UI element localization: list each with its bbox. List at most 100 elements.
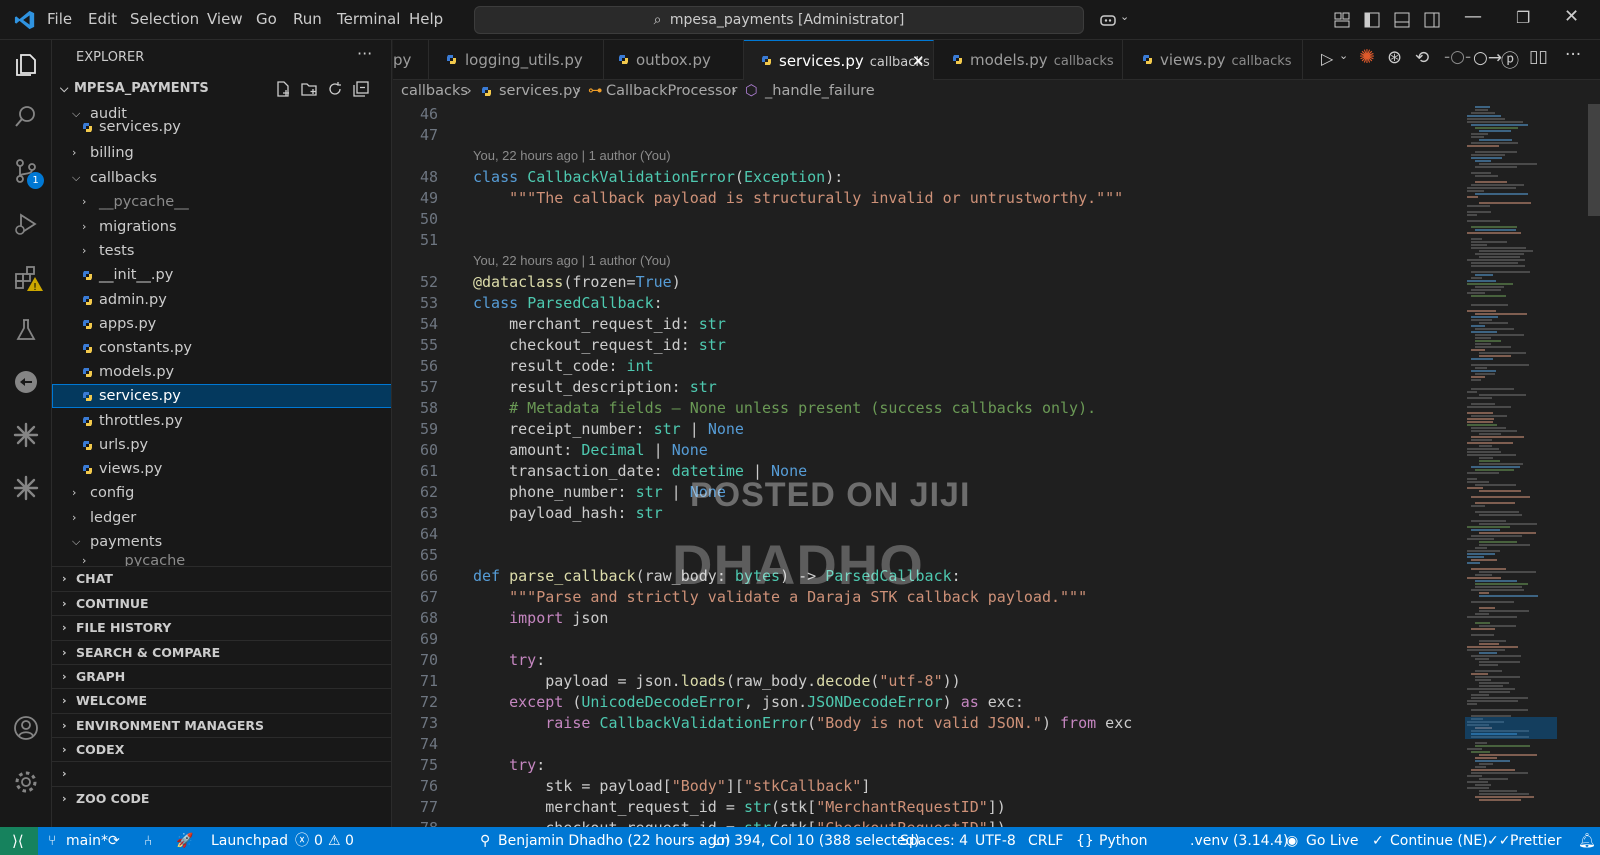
code-text[interactable]: payload = json.loads(raw_body.decode("ut… — [473, 671, 960, 691]
code-text[interactable]: class ParsedCallback: — [473, 293, 663, 313]
launchpad[interactable]: Launchpad — [211, 827, 288, 855]
git-blame[interactable]: Benjamin Dhadho (22 hours ago) — [498, 827, 730, 855]
menu-help[interactable]: Help — [409, 10, 443, 28]
code-text[interactable]: checkout_request_id: str — [473, 335, 726, 355]
code-text[interactable]: result_description: str — [473, 377, 717, 397]
codex-icon[interactable] — [12, 474, 40, 502]
tree-file-admin[interactable]: admin.py — [52, 288, 391, 312]
section-graph[interactable]: › GRAPH — [52, 664, 391, 688]
tree-file-services-selected[interactable]: services.py — [52, 384, 391, 408]
continue-status[interactable]: Continue (NE) — [1390, 827, 1488, 855]
explorer-icon[interactable] — [12, 51, 40, 79]
blame-text[interactable]: You, 22 hours ago | 1 author (You) — [473, 251, 671, 271]
section-chat[interactable]: › CHAT — [52, 566, 391, 590]
code-editor[interactable]: 46 47 You, 22 hours ago | 1 author (You) 48… — [393, 104, 1600, 827]
git-branch[interactable]: main* — [66, 827, 108, 855]
new-file-icon[interactable] — [274, 80, 292, 98]
menu-terminal[interactable]: Terminal — [337, 10, 400, 28]
refresh-icon[interactable] — [326, 80, 344, 98]
warning-count[interactable]: 0 — [345, 827, 354, 855]
error-count[interactable]: 0 — [314, 827, 323, 855]
remote-indicator[interactable]: ⟩⟨ — [0, 827, 38, 855]
breadcrumb-class[interactable]: CallbackProcessor — [606, 80, 737, 102]
claude-code-icon[interactable]: ✺ — [1359, 46, 1375, 68]
code-text[interactable]: except (UnicodeDecodeError, json.JSONDec… — [473, 692, 1024, 712]
collapse-all-icon[interactable] — [352, 80, 370, 98]
tab-logging-utils[interactable]: logging_utils.py — [429, 40, 604, 80]
tree-folder-payments[interactable]: ⌵ payments — [52, 530, 391, 554]
tree-folder-ledger[interactable]: › ledger — [52, 506, 391, 530]
tab-outbox[interactable]: outbox.py — [604, 40, 744, 80]
code-text[interactable]: """The callback payload is structurally … — [473, 188, 1123, 208]
customize-layout-icon[interactable] — [1332, 10, 1352, 30]
gitlens-icon[interactable]: ⓟ — [1501, 47, 1519, 73]
code-text[interactable]: try: — [473, 755, 545, 775]
new-folder-icon[interactable] — [300, 80, 318, 98]
breadcrumb-method[interactable]: _handle_failure — [765, 80, 875, 102]
editor-scrollbar-thumb[interactable] — [1588, 104, 1600, 216]
menu-file[interactable]: File — [47, 10, 72, 28]
go-live[interactable]: Go Live — [1306, 827, 1358, 855]
breadcrumb-file[interactable]: services.py — [499, 80, 581, 102]
code-text[interactable]: receipt_number: str | None — [473, 419, 744, 439]
more-actions-icon[interactable]: ··· — [1565, 45, 1581, 65]
language-mode[interactable]: Python — [1099, 827, 1148, 855]
go-back-icon[interactable]: ⟲ — [1415, 48, 1429, 68]
cursor-position[interactable]: Ln 394, Col 10 (388 selected) — [713, 827, 920, 855]
section-zoo-code[interactable]: › ZOO CODE — [52, 786, 391, 810]
close-window-icon[interactable]: ✕ — [1564, 6, 1579, 27]
encoding[interactable]: UTF-8 — [975, 827, 1016, 855]
tree-folder-payments-pycache[interactable]: › __pycache__ — [52, 554, 391, 566]
code-text[interactable]: phone_number: str | None — [473, 482, 726, 502]
more-actions-icon[interactable]: ··· — [357, 44, 372, 63]
tree-file-models[interactable]: models.py — [52, 360, 391, 384]
end-of-line[interactable]: CRLF — [1028, 827, 1063, 855]
indentation[interactable]: Spaces: 4 — [900, 827, 968, 855]
code-text[interactable]: checkout_request_id = str(stk["CheckoutR… — [473, 818, 1006, 827]
tab-services-active[interactable]: services.py callbacks ✕ — [744, 40, 934, 80]
tab-models[interactable]: models.py callbacks — [934, 40, 1123, 80]
code-text[interactable]: raise CallbackValidationError("Body is n… — [473, 713, 1132, 733]
section-continue[interactable]: › CONTINUE — [52, 591, 391, 615]
menu-go[interactable]: Go — [256, 10, 277, 28]
split-editor-icon[interactable]: ▯▯ — [1529, 47, 1548, 67]
section-environment-managers[interactable]: › ENVIRONMENT MANAGERS — [52, 713, 391, 737]
code-text[interactable]: class CallbackValidationError(Exception)… — [473, 167, 843, 187]
search-icon[interactable] — [12, 103, 40, 131]
section-codex[interactable]: › CODEX — [52, 737, 391, 761]
tree-file-throttles[interactable]: throttles.py — [52, 409, 391, 433]
code-text[interactable]: payload_hash: str — [473, 503, 663, 523]
tab-truncated[interactable]: py — [393, 40, 429, 80]
menu-selection[interactable]: Selection — [130, 10, 199, 28]
code-text[interactable]: merchant_request_id = str(stk["MerchantR… — [473, 797, 1006, 817]
restore-icon[interactable]: ❐ — [1516, 8, 1530, 27]
tree-folder-config[interactable]: › config — [52, 481, 391, 505]
prettier-status[interactable]: Prettier — [1510, 827, 1562, 855]
tab-views[interactable]: views.py callbacks — [1123, 40, 1303, 80]
section-search-compare[interactable]: › SEARCH & COMPARE — [52, 640, 391, 664]
section-welcome[interactable]: › WELCOME — [52, 688, 391, 712]
code-text[interactable]: # Metadata fields — None unless present … — [473, 398, 1096, 418]
tree-file-constants[interactable]: constants.py — [52, 336, 391, 360]
menu-view[interactable]: View — [207, 10, 243, 28]
tree-file-audit-services[interactable]: services.py — [52, 118, 391, 136]
tree-file-apps[interactable]: apps.py — [52, 312, 391, 336]
tree-folder-migrations[interactable]: › migrations — [52, 215, 391, 239]
testing-flask-icon[interactable] — [12, 316, 40, 344]
accounts-icon[interactable] — [12, 714, 40, 742]
run-debug-icon[interactable] — [12, 210, 40, 238]
copilot-icon[interactable] — [1098, 10, 1118, 30]
minimap-viewport[interactable] — [1465, 717, 1557, 739]
tree-file-init[interactable]: __init__.py — [52, 263, 391, 287]
toggle-panel-icon[interactable] — [1392, 10, 1412, 30]
claude-icon[interactable] — [12, 421, 40, 449]
code-text[interactable]: stk = payload["Body"]["stkCallback"] — [473, 776, 870, 796]
run-python-file-icon[interactable]: ▷ — [1321, 49, 1333, 68]
timeline-node-icon[interactable]: -○- — [1444, 47, 1471, 67]
menu-edit[interactable]: Edit — [88, 10, 117, 28]
code-text[interactable]: import json — [473, 608, 608, 628]
tree-folder-tests[interactable]: › tests — [52, 239, 391, 263]
code-text[interactable]: try: — [473, 650, 545, 670]
tree-file-urls[interactable]: urls.py — [52, 433, 391, 457]
code-text[interactable]: merchant_request_id: str — [473, 314, 726, 334]
